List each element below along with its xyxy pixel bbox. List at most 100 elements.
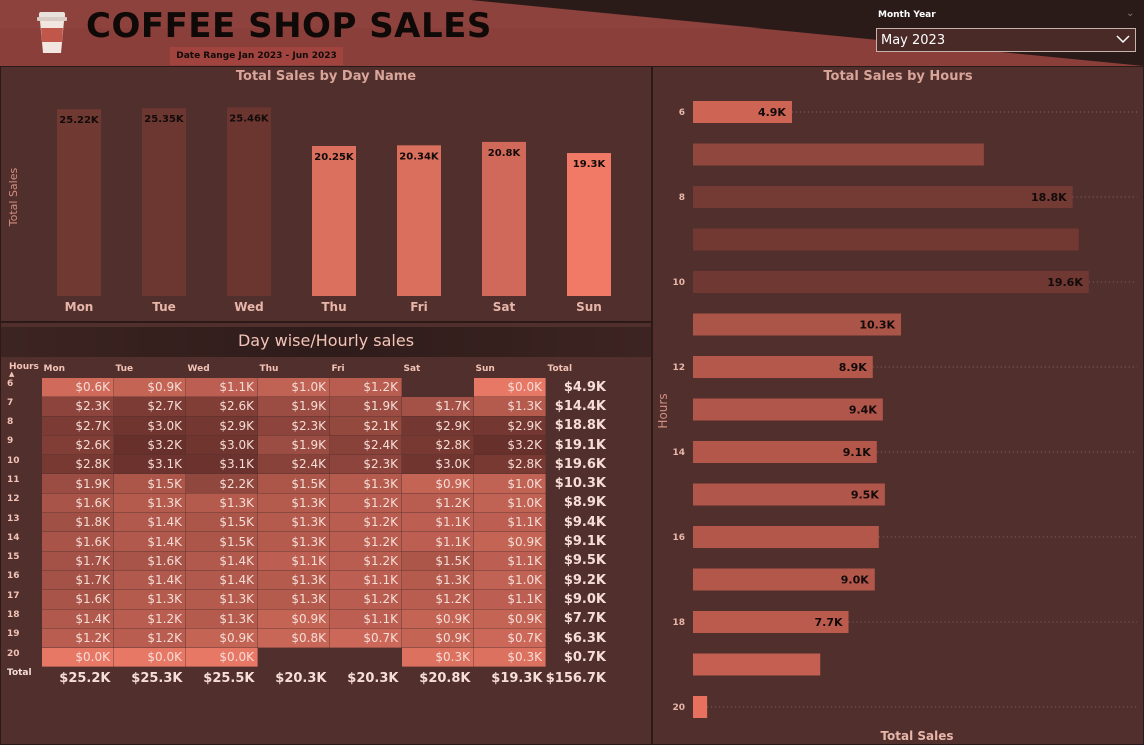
row-total: $9.4K	[563, 514, 606, 530]
bar[interactable]	[567, 153, 611, 296]
column-header: Sun	[475, 364, 495, 374]
matrix-cell: $1.4K	[41, 608, 114, 629]
matrix-cell: $0.7K	[329, 627, 402, 649]
date-range-label: Date Range Jan 2023 - Jun 2023	[170, 47, 343, 65]
matrix-cell: $1.2K	[329, 531, 402, 552]
matrix-cell: $1.1K	[329, 608, 402, 629]
matrix-cell: $3.0K	[185, 434, 258, 456]
tick-label: Tue	[152, 300, 176, 314]
matrix-cell: $1.3K	[185, 608, 258, 629]
matrix-cell: $2.8K	[41, 454, 114, 475]
bar[interactable]	[693, 653, 821, 676]
grand-total: $156.7K	[545, 670, 606, 686]
y-axis-label: Total Sales	[7, 168, 20, 228]
matrix-cell: $2.9K	[401, 415, 474, 436]
hours-header[interactable]: Hours ▲	[7, 361, 42, 378]
matrix-cell	[401, 376, 474, 398]
row-total: $9.5K	[563, 553, 606, 569]
y-axis-label: Hours	[656, 393, 670, 428]
data-label: 20.25K	[314, 152, 355, 163]
table-row: 10 $2.8K $3.1K $3.1K $2.4K $2.3K $3.0K $2.8K $19…	[7, 454, 608, 475]
matrix-cell: $1.5K	[185, 531, 258, 552]
data-label: 4.9K	[758, 106, 786, 119]
hour-label: 13	[7, 513, 20, 524]
matrix-cell: $1.5K	[401, 550, 474, 571]
matrix-cell: $3.1K	[113, 454, 186, 475]
row-total: $9.2K	[563, 572, 606, 588]
matrix-cell: $1.1K	[473, 589, 546, 610]
matrix-cell: $0.3K	[473, 647, 546, 668]
data-label: 9.4K	[849, 404, 877, 417]
tick-label: 6	[679, 108, 685, 118]
bar[interactable]	[57, 109, 101, 296]
matrix-cell: $1.4K	[113, 512, 186, 533]
matrix-title: Day wise/Hourly sales	[237, 331, 415, 350]
matrix-cell: $1.0K	[257, 376, 330, 398]
slicer-label: Month Year	[878, 10, 936, 20]
tick-label: Fri	[410, 300, 427, 314]
tick-label: Wed	[234, 300, 264, 314]
bar[interactable]	[693, 228, 1079, 251]
bar[interactable]	[693, 526, 879, 548]
matrix-cell: $2.3K	[329, 454, 402, 475]
matrix-cell: $1.0K	[473, 473, 546, 494]
matrix-body: 6 $0.6K $0.9K $1.1K $1.0K $1.2K $0.0K $4.9K 7 $2.…	[7, 376, 608, 690]
matrix-cell: $2.1K	[329, 415, 402, 436]
hour-label: 7	[7, 397, 14, 408]
matrix-cell: $2.6K	[185, 396, 258, 417]
bar[interactable]	[693, 696, 708, 718]
bar[interactable]	[312, 146, 356, 296]
matrix-cell: $1.9K	[257, 434, 330, 456]
matrix-cell: $2.3K	[257, 415, 330, 436]
bar[interactable]	[693, 271, 1089, 293]
bar[interactable]	[482, 141, 526, 296]
chevron-down-icon[interactable]	[1115, 31, 1131, 51]
matrix-cell: $2.4K	[329, 434, 402, 456]
tick-label: Sun	[576, 300, 602, 314]
matrix-cell: $1.3K	[401, 569, 474, 591]
hour-label: 6	[7, 378, 14, 389]
table-row: 18 $1.4K $1.2K $1.3K $0.9K $1.1K $0.9K $0.9K $7.…	[7, 608, 608, 629]
data-label: 8.9K	[839, 361, 867, 374]
data-label: 9.1K	[843, 446, 871, 459]
table-row: 11 $1.9K $1.5K $2.2K $1.5K $1.3K $0.9K $1.0K $10…	[7, 473, 608, 494]
table-row: 17 $1.6K $1.3K $1.3K $1.3K $1.2K $1.2K $1.1K $9.…	[7, 589, 608, 610]
column-header: Sat	[403, 364, 421, 374]
matrix-cell: $2.2K	[185, 473, 258, 494]
matrix-cell: $1.5K	[113, 473, 186, 494]
bar[interactable]	[227, 107, 271, 296]
matrix-cell: $1.2K	[329, 512, 402, 533]
row-total: $0.7K	[563, 649, 606, 665]
sales-by-hours-chart: 6 4.9K 8 18.8K 10 19.6K 10.3K 12 8.9K 9.4K 14 9.1K 9…	[656, 101, 1137, 743]
hourly-matrix-panel: Day wise/Hourly sales Hours ▲ Mon Tue Wed…	[0, 322, 652, 745]
row-total: $10.3K	[554, 476, 606, 492]
bar[interactable]	[693, 143, 984, 166]
sales-by-day-panel: Total Sales by Day Name 25.22K Mon 25.35K T…	[0, 66, 652, 322]
sales-by-day-chart: 25.22K Mon 25.35K Tue 25.46K Wed 20.25K Thu 20.3…	[7, 107, 611, 314]
matrix-cell: $2.4K	[257, 454, 330, 475]
table-row: 12 $1.6K $1.3K $1.3K $1.3K $1.2K $1.2K $1.0K $8.…	[7, 492, 608, 514]
bar[interactable]	[693, 186, 1073, 208]
table-row: 19 $1.2K $1.2K $0.9K $0.8K $0.7K $0.9K $0.7K $6.…	[7, 627, 608, 649]
total-header: Total	[547, 364, 573, 375]
data-label: 9.5K	[851, 489, 879, 502]
row-total: $6.3K	[563, 630, 606, 646]
matrix-cell: $1.1K	[185, 376, 258, 398]
matrix-cell: $1.3K	[257, 569, 330, 591]
matrix-cell: $1.4K	[185, 550, 258, 571]
matrix-cell: $0.0K	[185, 647, 258, 668]
bar[interactable]	[142, 108, 186, 296]
matrix-cell: $2.3K	[41, 396, 114, 417]
matrix-cell: $0.9K	[473, 531, 546, 552]
x-axis-label: Total Sales	[880, 729, 953, 743]
hour-label: 11	[7, 474, 20, 485]
data-label: 20.8K	[488, 148, 522, 159]
matrix-cell: $1.3K	[185, 589, 258, 610]
month-year-slicer[interactable]: May 2023	[876, 28, 1136, 52]
bar[interactable]	[397, 145, 441, 296]
matrix-cell: $0.6K	[41, 376, 114, 398]
dashboard-title: COFFEE SHOP SALES	[86, 6, 492, 46]
coffee-cup-icon	[36, 12, 68, 58]
data-label: 25.22K	[59, 115, 100, 126]
tick-label: 18	[672, 618, 685, 628]
